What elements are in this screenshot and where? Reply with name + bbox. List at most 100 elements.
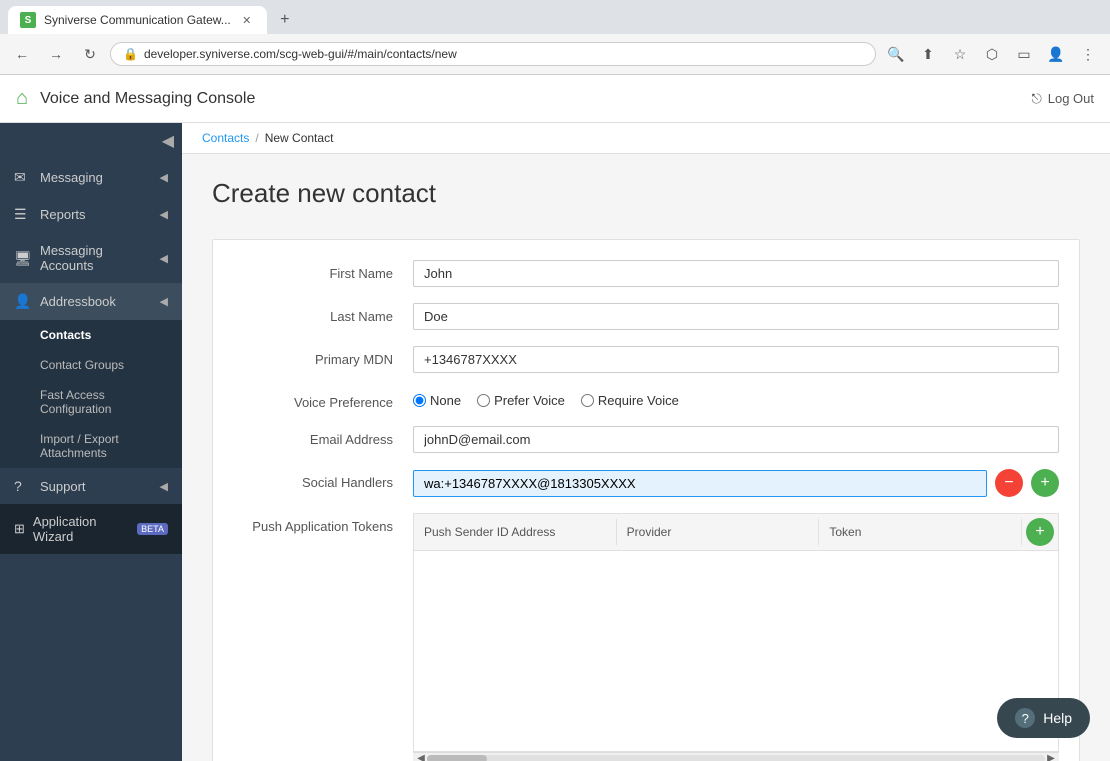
main-layout: ◀ ✉ Messaging ◀ ☰ Reports ◀ 🖥 Messaging … xyxy=(0,123,1110,761)
create-contact-form: First Name Last Name Prima xyxy=(212,239,1080,761)
sidebar-item-reports[interactable]: ☰ Reports ◀ xyxy=(0,196,182,233)
scroll-right-button[interactable]: ▶ xyxy=(1045,753,1057,761)
voice-none-label: None xyxy=(430,393,461,408)
app-header-title: Voice and Messaging Console xyxy=(40,90,1019,108)
first-name-label: First Name xyxy=(233,260,413,281)
voice-preference-row: Voice Preference None Prefer Voice xyxy=(233,389,1059,410)
email-input[interactable] xyxy=(413,426,1059,453)
primary-mdn-field xyxy=(413,346,1059,373)
contact-groups-label: Contact Groups xyxy=(40,358,124,372)
horizontal-scrollbar[interactable]: ◀ ▶ xyxy=(413,752,1059,761)
last-name-field xyxy=(413,303,1059,330)
address-bar[interactable]: 🔒 developer.syniverse.com/scg-web-gui/#/… xyxy=(110,42,876,66)
sidebar-messaging-accounts-label: Messaging Accounts xyxy=(40,243,150,273)
social-handler-input-group: − + xyxy=(413,469,1059,497)
logout-label: Log Out xyxy=(1048,91,1094,106)
logout-button[interactable]: ⎋ Log Out xyxy=(1031,91,1094,107)
import-export-label: Import / Export Attachments xyxy=(40,432,119,460)
extensions-icon[interactable]: ⬡ xyxy=(978,40,1006,68)
push-tokens-table-body[interactable] xyxy=(414,551,1058,751)
back-button[interactable]: ← xyxy=(8,40,36,68)
tab-favicon: S xyxy=(20,12,36,28)
sidebar-item-messaging-accounts[interactable]: 🖥 Messaging Accounts ◀ xyxy=(0,233,182,283)
breadcrumb-current: New Contact xyxy=(265,131,334,145)
sidebar-item-addressbook[interactable]: 👤 Addressbook ◀ xyxy=(0,283,182,320)
push-tokens-field: Push Sender ID Address Provider Token + xyxy=(413,513,1059,761)
app-wizard-icon: ⊞ xyxy=(14,521,25,537)
profile-icon[interactable]: 👤 xyxy=(1042,40,1070,68)
fast-access-label: Fast Access Configuration xyxy=(40,388,111,416)
last-name-label: Last Name xyxy=(233,303,413,324)
add-push-token-button[interactable]: + xyxy=(1026,518,1054,546)
breadcrumb-separator: / xyxy=(255,131,258,145)
content-body: Create new contact First Name Last Name xyxy=(182,154,1110,761)
primary-mdn-input[interactable] xyxy=(413,346,1059,373)
social-handler-input[interactable] xyxy=(413,470,987,497)
sidebar-sub-contact-groups[interactable]: Contact Groups xyxy=(0,350,182,380)
scroll-left-button[interactable]: ◀ xyxy=(415,753,427,761)
voice-prefer-radio[interactable] xyxy=(477,394,490,407)
first-name-row: First Name xyxy=(233,260,1059,287)
social-handlers-row: Social Handlers − + xyxy=(233,469,1059,497)
sidebar-item-support[interactable]: ? Support ◀ xyxy=(0,468,182,504)
messaging-accounts-icon: 🖥 xyxy=(14,250,30,267)
voice-prefer-label: Prefer Voice xyxy=(494,393,565,408)
reload-button[interactable]: ↻ xyxy=(76,40,104,68)
push-tokens-table-header: Push Sender ID Address Provider Token + xyxy=(414,514,1058,551)
menu-icon[interactable]: ⋮ xyxy=(1074,40,1102,68)
voice-require-option[interactable]: Require Voice xyxy=(581,393,679,408)
add-handler-button[interactable]: + xyxy=(1031,469,1059,497)
home-icon[interactable]: ⌂ xyxy=(16,87,28,110)
email-label: Email Address xyxy=(233,426,413,447)
sidebar-addressbook-submenu: Contacts Contact Groups Fast Access Conf… xyxy=(0,320,182,468)
chevron-down-icon: ◀ xyxy=(160,295,168,308)
add-push-token-area: + xyxy=(1022,514,1058,550)
new-tab-button[interactable]: + xyxy=(271,6,299,34)
tab-title: Syniverse Communication Gatew... xyxy=(44,13,231,27)
sidebar-item-messaging[interactable]: ✉ Messaging ◀ xyxy=(0,159,182,196)
breadcrumb: Contacts / New Contact xyxy=(182,123,1110,154)
primary-mdn-row: Primary MDN xyxy=(233,346,1059,373)
sidebar-toggle-icon[interactable]: ▭ xyxy=(1010,40,1038,68)
nav-bar: ← → ↻ 🔒 developer.syniverse.com/scg-web-… xyxy=(0,34,1110,75)
remove-handler-button[interactable]: − xyxy=(995,469,1023,497)
messaging-icon: ✉ xyxy=(14,169,30,186)
browser-chrome: S Syniverse Communication Gatew... ✕ + ←… xyxy=(0,0,1110,75)
page-title: Create new contact xyxy=(212,178,1080,209)
app-header: ⌂ Voice and Messaging Console ⎋ Log Out xyxy=(0,75,1110,123)
forward-button[interactable]: → xyxy=(42,40,70,68)
voice-preference-radio-group: None Prefer Voice Require Voice xyxy=(413,389,1059,408)
voice-preference-label: Voice Preference xyxy=(233,389,413,410)
push-tokens-row: Push Application Tokens Push Sender ID A… xyxy=(233,513,1059,761)
voice-require-radio[interactable] xyxy=(581,394,594,407)
sidebar-item-app-wizard[interactable]: ⊞ Application Wizard BETA xyxy=(0,504,182,554)
voice-none-radio[interactable] xyxy=(413,394,426,407)
bookmark-icon[interactable]: ☆ xyxy=(946,40,974,68)
breadcrumb-parent[interactable]: Contacts xyxy=(202,131,249,145)
voice-preference-field: None Prefer Voice Require Voice xyxy=(413,389,1059,408)
addressbook-icon: 👤 xyxy=(14,293,30,310)
browser-nav-icons: 🔍 ⬆ ☆ ⬡ ▭ 👤 ⋮ xyxy=(882,40,1102,68)
sidebar-collapse-button[interactable]: ◀ xyxy=(162,131,174,151)
social-handlers-field: − + xyxy=(413,469,1059,497)
search-icon[interactable]: 🔍 xyxy=(882,40,910,68)
sidebar-support-label: Support xyxy=(40,479,150,494)
sidebar-reports-label: Reports xyxy=(40,207,150,222)
share-icon[interactable]: ⬆ xyxy=(914,40,942,68)
first-name-input[interactable] xyxy=(413,260,1059,287)
tab-close-button[interactable]: ✕ xyxy=(239,12,255,28)
support-icon: ? xyxy=(14,478,30,494)
lock-icon: 🔒 xyxy=(123,47,138,61)
sidebar-sub-fast-access[interactable]: Fast Access Configuration xyxy=(0,380,182,424)
voice-prefer-option[interactable]: Prefer Voice xyxy=(477,393,565,408)
help-button[interactable]: ? Help xyxy=(997,698,1090,738)
email-row: Email Address xyxy=(233,426,1059,453)
sidebar-sub-contacts[interactable]: Contacts xyxy=(0,320,182,350)
active-tab[interactable]: S Syniverse Communication Gatew... ✕ xyxy=(8,6,267,34)
first-name-field xyxy=(413,260,1059,287)
voice-none-option[interactable]: None xyxy=(413,393,461,408)
app-container: ⌂ Voice and Messaging Console ⎋ Log Out … xyxy=(0,75,1110,761)
last-name-input[interactable] xyxy=(413,303,1059,330)
content-area: Contacts / New Contact Create new contac… xyxy=(182,123,1110,761)
sidebar-sub-import-export[interactable]: Import / Export Attachments xyxy=(0,424,182,468)
